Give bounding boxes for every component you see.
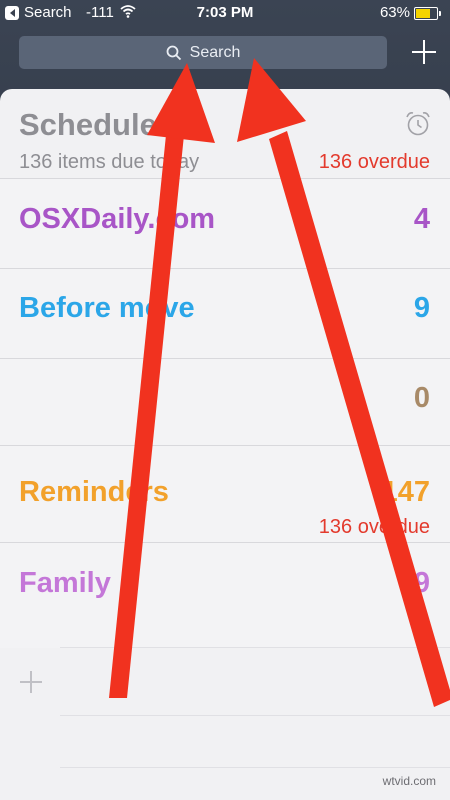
items-due-today: 136 items due today	[19, 151, 200, 173]
divider	[60, 715, 450, 716]
battery-icon	[414, 7, 441, 20]
watermark: wtvid.com	[382, 774, 436, 788]
search-field[interactable]: Search	[19, 36, 387, 69]
add-list-icon[interactable]	[20, 671, 42, 693]
alarm-clock-icon	[406, 112, 430, 136]
list-count: 9	[413, 567, 430, 599]
list-name: OSXDaily.com	[19, 203, 216, 235]
scheduled-title[interactable]: Scheduled	[19, 107, 176, 143]
list-row-reminders[interactable]: Reminders 147 136 overdue	[0, 445, 450, 543]
list-count: 147	[381, 476, 430, 508]
list-count: 4	[413, 203, 430, 235]
add-reminder-button[interactable]	[410, 38, 438, 66]
divider	[60, 767, 450, 768]
list-count: 9	[413, 292, 430, 324]
list-count: 0	[413, 382, 430, 414]
list-name: Reminders	[19, 476, 169, 508]
reminders-card: Scheduled 136 items due today 136 overdu…	[0, 89, 450, 800]
scheduled-overdue: 136 overdue	[318, 151, 430, 173]
list-row-unnamed[interactable]: 0	[0, 358, 450, 446]
list-row-before-move[interactable]: Before move 9	[0, 268, 450, 359]
search-icon	[166, 45, 181, 60]
list-name: Family	[19, 567, 111, 599]
list-row-osxdaily[interactable]: OSXDaily.com 4	[0, 178, 450, 269]
list-name: Before move	[19, 292, 195, 324]
list-row-family[interactable]: Family 9	[0, 542, 450, 648]
search-label: Search	[189, 43, 241, 61]
divider	[60, 647, 450, 648]
status-bar: Search -111 7:03 PM 63%	[0, 0, 450, 26]
list-overdue: 136 overdue	[318, 516, 430, 538]
battery-percentage: 63%	[379, 4, 410, 21]
